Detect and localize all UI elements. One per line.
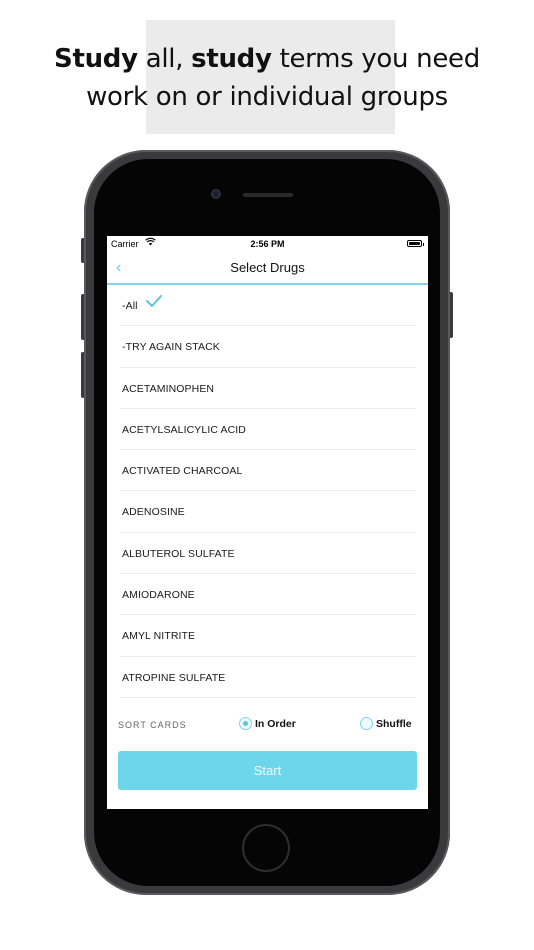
headline-bold-2: study [191,44,272,74]
list-item-label: ATROPINE SULFATE [122,671,226,684]
headline-text-1: all, [137,44,192,74]
list-item-label: ACETAMINOPHEN [122,382,215,395]
list-item-label: AMIODARONE [122,589,195,602]
app-screen: Carrier 2:56 PM ‹ Select Drugs -All -TRY… [107,236,428,809]
list-item-adenosine[interactable]: ADENOSINE [120,491,416,533]
list-item-label: ALBUTEROL SULFATE [122,547,235,560]
shuffle-radio[interactable] [360,717,373,730]
list-item-label: ACTIVATED CHARCOAL [122,465,243,478]
status-time: 2:56 PM [250,239,285,249]
headline-line-1: Study all, study terms you need [0,40,534,78]
headline-bold-1: Study [54,44,138,74]
drug-list: -All -TRY AGAIN STACK ACETAMINOPHEN ACET… [107,285,428,698]
list-item-label: ADENOSINE [122,506,185,519]
earpiece-speaker [243,193,293,197]
list-item-amiodarone[interactable]: AMIODARONE [120,574,416,616]
headline: Study all, study terms you need work on … [0,40,534,116]
list-item-all[interactable]: -All [120,285,416,327]
headline-line-2: work on or individual groups [86,82,448,112]
shuffle-label[interactable]: Shuffle [376,718,412,730]
front-camera [211,189,221,199]
start-button[interactable]: Start [118,751,417,790]
in-order-radio[interactable] [239,717,252,730]
list-item-atropine-sulfate[interactable]: ATROPINE SULFATE [120,657,416,698]
list-item-label: -All [122,300,138,312]
in-order-label[interactable]: In Order [255,718,296,730]
home-button[interactable] [242,824,290,872]
list-item-label: -TRY AGAIN STACK [122,341,220,354]
list-item-label: AMYL NITRITE [122,630,196,643]
list-item-label: ACETYLSALICYLIC ACID [122,423,246,436]
list-item-acetylsalicylic-acid[interactable]: ACETYLSALICYLIC ACID [120,409,416,451]
list-item-amyl-nitrite[interactable]: AMYL NITRITE [120,615,416,657]
checkmark-icon [145,293,163,313]
navigation-bar: ‹ Select Drugs [107,252,428,285]
sort-cards-label: SORT CARDS [118,720,187,730]
battery-icon [407,240,424,247]
list-item-acetaminophen[interactable]: ACETAMINOPHEN [120,368,416,409]
list-item-activated-charcoal[interactable]: ACTIVATED CHARCOAL [120,450,416,492]
page-title: Select Drugs [230,260,305,275]
list-item-albuterol-sulfate[interactable]: ALBUTEROL SULFATE [120,533,416,575]
sort-cards-row: SORT CARDS In Order Shuffle [107,706,428,742]
list-item-try-again-stack[interactable]: -TRY AGAIN STACK [120,326,416,368]
status-bar: Carrier 2:56 PM [107,236,428,252]
headline-text-2: terms you need [271,44,481,74]
